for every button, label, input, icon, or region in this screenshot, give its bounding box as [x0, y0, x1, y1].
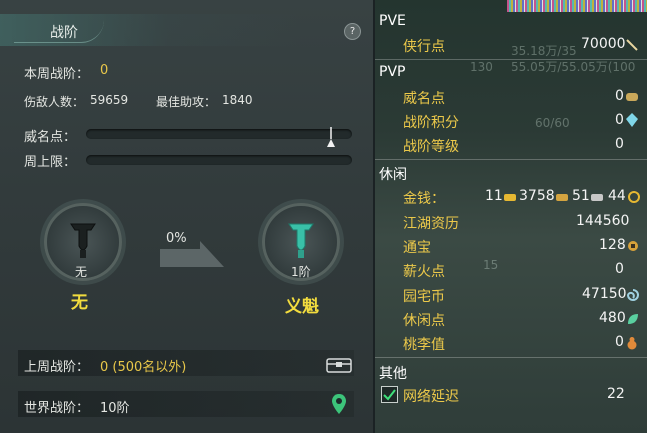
progress-arrow-icon	[160, 241, 224, 267]
latency-checkbox[interactable]	[381, 386, 398, 403]
pvp-item-value: 0	[615, 112, 624, 128]
copper-ingot-icon	[591, 194, 603, 201]
bg-num-text: 15	[483, 258, 499, 272]
leisure-heading: 休闲	[379, 167, 407, 183]
prestige-label: 威名点：	[24, 130, 77, 145]
bg-mid-text: 60/60	[535, 116, 570, 130]
section-divider	[375, 59, 647, 60]
current-rank-name: 无	[71, 293, 88, 313]
coin-icon	[628, 191, 640, 203]
money-bind: 44	[608, 188, 626, 204]
last-week-label: 上周战阶：	[24, 360, 90, 375]
mask-icon	[626, 93, 638, 101]
leisure-item-label: 江湖资历	[403, 216, 459, 232]
section-divider	[375, 357, 647, 358]
pve-item-label: 侠行点	[403, 39, 445, 55]
location-pin-icon[interactable]	[332, 394, 346, 414]
gourd-icon	[627, 337, 637, 350]
leisure-item-value: 0	[615, 261, 624, 277]
section-divider	[375, 159, 647, 160]
kills-value: 59659	[90, 93, 129, 107]
last-week-value: 0 (500名以外)	[100, 360, 187, 375]
leisure-item-label: 桃李值	[403, 337, 445, 353]
help-button[interactable]: ?	[344, 23, 361, 40]
panel-header: 战阶	[0, 14, 373, 46]
pvp-item-label: 战阶积分	[403, 115, 459, 131]
current-rank-small: 无	[75, 265, 88, 279]
checkmark-icon	[383, 389, 396, 401]
prestige-bar	[86, 129, 352, 139]
currency-panel: 35.18万/35 55.05万/55.05万(100 130 60/60 15…	[375, 0, 647, 433]
pvp-item-value: 0	[615, 136, 624, 152]
coin-icon	[628, 241, 638, 251]
leisure-item-label: 休闲点	[403, 313, 445, 329]
pvp-item-label: 战阶等级	[403, 139, 459, 155]
next-rank-name: 义魁	[285, 297, 319, 317]
next-rank-small: 1阶	[291, 265, 311, 279]
reward-chest-icon[interactable]	[326, 355, 352, 373]
leisure-item-value: 480	[599, 310, 626, 326]
pve-item-value: 70000	[581, 36, 626, 52]
kills-label: 伤敌人数：	[24, 95, 85, 109]
money-silver: 3758	[519, 188, 555, 204]
panel-title: 战阶	[50, 25, 78, 41]
pvp-heading: PVP	[379, 64, 406, 80]
weekly-rank-value: 0	[100, 63, 109, 78]
other-heading: 其他	[379, 366, 407, 382]
money-label: 金钱：	[403, 191, 445, 207]
assist-value: 1840	[222, 93, 253, 107]
latency-value: 22	[607, 386, 625, 402]
prestige-marker	[327, 127, 335, 147]
rank-emblem-icon	[288, 223, 314, 258]
bg-mp-text: 55.05万/55.05万(100	[511, 60, 636, 74]
leisure-item-value: 128	[599, 237, 626, 253]
latency-label: 网络延迟	[403, 389, 459, 405]
leisure-item-value: 47150	[582, 286, 627, 302]
rank-emblem-icon	[70, 223, 96, 258]
swirl-icon	[626, 289, 639, 301]
weekly-rank-label: 本周战阶：	[24, 67, 90, 82]
money-gold: 11	[485, 188, 503, 204]
assist-label: 最佳助攻：	[156, 95, 217, 109]
leisure-item-label: 薪火点	[403, 264, 445, 280]
money-copper: 51	[572, 188, 590, 204]
leisure-item-label: 通宝	[403, 240, 431, 256]
silver-ingot-icon	[556, 194, 568, 201]
pve-heading: PVE	[379, 13, 406, 29]
rank-panel: 战阶 ? 本周战阶： 0 伤敌人数： 59659 最佳助攻： 1840 威名点：…	[0, 0, 375, 433]
world-rank-value: 10阶	[100, 401, 130, 416]
leaf-icon	[628, 314, 638, 324]
pvp-item-label: 威名点	[403, 91, 445, 107]
sword-icon	[626, 39, 638, 51]
background-graphic	[507, 0, 647, 12]
leisure-item-value: 0	[615, 334, 624, 350]
world-rank-label: 世界战阶：	[24, 401, 90, 416]
bg-hp-text: 35.18万/35	[511, 44, 577, 58]
bg-level-text: 130	[470, 60, 493, 74]
weekly-cap-label: 周上限：	[24, 155, 77, 170]
pvp-item-value: 0	[615, 88, 624, 104]
gold-ingot-icon	[504, 194, 516, 201]
leisure-item-value: 144560	[576, 213, 630, 229]
weekly-cap-bar	[86, 155, 352, 165]
crystal-icon	[626, 113, 638, 127]
leisure-item-label: 园宅币	[403, 289, 445, 305]
